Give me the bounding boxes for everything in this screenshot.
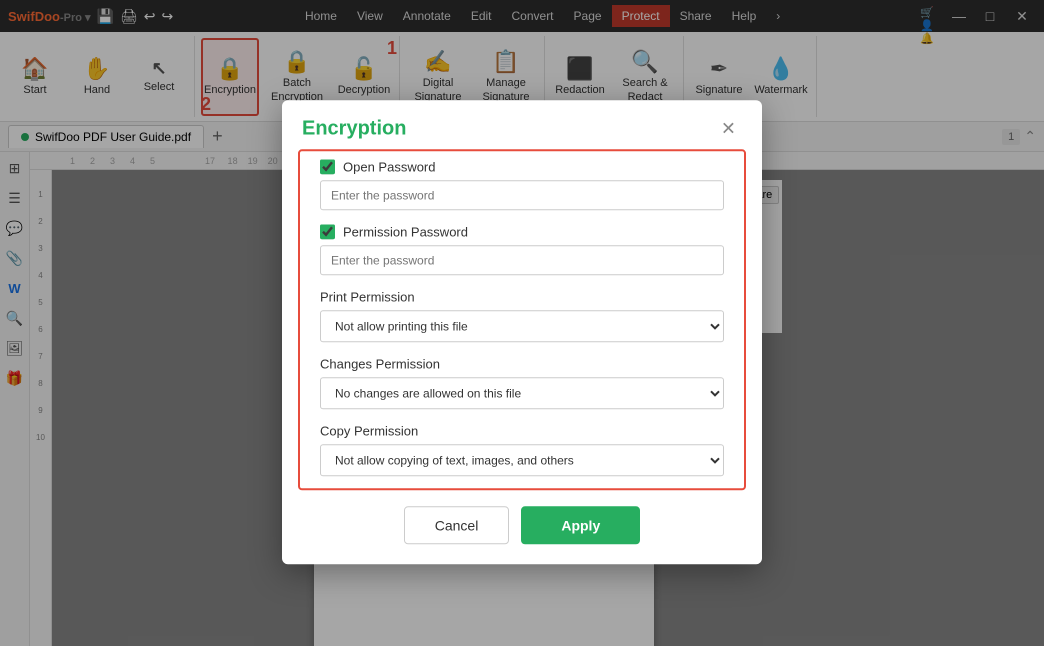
print-permission-section: Print Permission Not allow printing this… [320, 289, 724, 342]
copy-permission-label: Copy Permission [320, 423, 724, 438]
copy-permission-section: Copy Permission Not allow copying of tex… [320, 423, 724, 476]
open-password-section: Open Password [320, 159, 724, 210]
open-password-row: Open Password [320, 159, 724, 174]
dialog-footer: Cancel Apply [282, 506, 762, 564]
dialog-close-button[interactable]: ✕ [715, 116, 742, 141]
permission-password-section: Permission Password [320, 224, 724, 275]
print-permission-label: Print Permission [320, 289, 724, 304]
permission-password-row: Permission Password [320, 224, 724, 239]
permission-password-label: Permission Password [343, 224, 468, 239]
permission-password-input[interactable] [320, 245, 724, 275]
dialog-header: Encryption ✕ [282, 100, 762, 149]
changes-permission-section: Changes Permission No changes are allowe… [320, 356, 724, 409]
open-password-input[interactable] [320, 180, 724, 210]
changes-permission-label: Changes Permission [320, 356, 724, 371]
changes-permission-select[interactable]: No changes are allowed on this file Allo… [320, 377, 724, 409]
copy-permission-select[interactable]: Not allow copying of text, images, and o… [320, 444, 724, 476]
dialog-title: Encryption [302, 117, 406, 140]
encryption-dialog: Encryption ✕ Open Password Permission Pa… [282, 100, 762, 564]
dialog-body: Open Password Permission Password Print … [298, 149, 746, 490]
permission-password-checkbox[interactable] [320, 224, 335, 239]
cancel-button[interactable]: Cancel [404, 506, 510, 544]
open-password-label: Open Password [343, 159, 436, 174]
print-permission-select[interactable]: Not allow printing this file Allow print… [320, 310, 724, 342]
open-password-checkbox[interactable] [320, 159, 335, 174]
apply-button[interactable]: Apply [521, 506, 640, 544]
